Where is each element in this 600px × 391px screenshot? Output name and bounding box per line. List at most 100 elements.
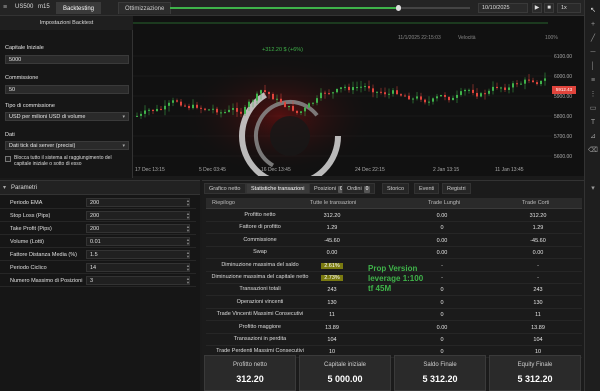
candle-body: [368, 86, 370, 89]
count-badge: 0: [363, 186, 371, 193]
tab-stats-1[interactable]: Statistiche transazioni: [246, 183, 310, 194]
slider-handle[interactable]: [396, 5, 401, 11]
y-axis: 6100.00 6000.00 5900.00 5800.00 5700.00 …: [552, 50, 582, 170]
vertical-line-icon[interactable]: │: [588, 62, 598, 72]
chevron-down-icon[interactable]: ▾: [588, 184, 598, 194]
collapse-icon[interactable]: ▾: [3, 184, 6, 191]
date-to-field[interactable]: 10/10/2025: [478, 3, 528, 13]
candle-body: [384, 92, 386, 95]
candle-body: [280, 98, 282, 103]
candle-body: [456, 94, 458, 98]
spinner-icon[interactable]: ▲ ▼: [186, 238, 190, 246]
commission-type-value: USD per milioni USD di volume: [9, 114, 86, 120]
candle-body: [492, 86, 494, 91]
stat-label: Operazioni vincenti: [236, 298, 284, 305]
tab-label: Storico: [387, 186, 405, 192]
velocity-value: 100%: [545, 35, 558, 41]
candle-body: [404, 95, 406, 97]
stat-label: Fattore di profitto: [239, 224, 281, 231]
rectangle-icon[interactable]: ▭: [588, 104, 598, 114]
candle-body: [312, 102, 314, 104]
candle-body: [184, 105, 186, 107]
stat-long: 0.00: [436, 237, 448, 244]
x-tick-label: 2 Jan 13:15: [433, 167, 460, 173]
stats-row: Profitto maggiore 13.89 0.00 13.89: [206, 322, 582, 334]
backtest-settings-dialog: Impostazioni Backtest Capitale Iniziale …: [0, 16, 133, 178]
candle-body: [452, 97, 454, 101]
parameters-panel: ▾ Parametri Periodo EMA 200 ▲ ▼ Stop Loss (P…: [0, 180, 200, 391]
timeframe-label[interactable]: m15: [38, 4, 50, 10]
date-from-label: 11/1/2025 22:15:03: [398, 35, 441, 41]
commission-type-select[interactable]: USD per milioni USD di volume ▾: [5, 112, 129, 121]
speed-select[interactable]: 1x: [557, 3, 581, 13]
parameters-title: Parametri: [11, 185, 38, 191]
stat-short: 13.89: [531, 324, 545, 331]
spinner-icon[interactable]: ▲ ▼: [186, 251, 190, 259]
trash-icon[interactable]: ⌫: [588, 146, 598, 156]
candle-body: [316, 98, 318, 103]
ruler-icon[interactable]: ⊿: [588, 132, 598, 142]
stat-short: 0.00: [532, 250, 544, 257]
stat-label: Profitto netto: [244, 212, 276, 218]
candle-body: [380, 91, 382, 93]
stat-all: 0.00: [326, 250, 338, 257]
text-tool-icon[interactable]: T: [588, 118, 598, 128]
candle-body: [260, 90, 262, 94]
tab-ottimizzazione[interactable]: Ottimizzazione: [118, 2, 172, 14]
param-input[interactable]: 0.01: [86, 237, 190, 246]
spinner-icon[interactable]: ▲ ▼: [186, 199, 190, 207]
candle-body: [288, 105, 290, 108]
param-input[interactable]: 1.5: [86, 250, 190, 259]
play-button[interactable]: ▶: [532, 3, 542, 13]
tab-stats-6[interactable]: Registri: [442, 183, 471, 194]
stat-long: 0.00: [436, 250, 448, 257]
candle-body: [480, 93, 482, 97]
candle-body: [420, 96, 422, 100]
param-input[interactable]: 200: [86, 198, 190, 207]
date-range-slider[interactable]: [170, 5, 470, 11]
candle-body: [336, 88, 338, 93]
app-menu-icon[interactable]: ≡: [3, 3, 12, 12]
symbol-label[interactable]: US500: [15, 4, 33, 10]
crosshair-icon[interactable]: +: [588, 20, 598, 30]
param-input[interactable]: 3: [86, 276, 190, 285]
data-source-select[interactable]: Dati tick dai server (precisi) ▾: [5, 141, 129, 150]
stop-button[interactable]: ■: [544, 3, 554, 13]
commission-input[interactable]: 50: [5, 85, 129, 94]
line-tool-icon[interactable]: ╱: [588, 34, 598, 44]
stop-at-capital-checkbox[interactable]: [5, 156, 11, 162]
spinner-icon[interactable]: ▲ ▼: [186, 277, 190, 285]
param-row: Periodo Ciclico 14 ▲ ▼: [0, 262, 196, 274]
param-input[interactable]: 200: [86, 211, 190, 220]
horizontal-line-icon[interactable]: ─: [588, 48, 598, 58]
candle-body: [152, 109, 154, 112]
param-input[interactable]: 14: [86, 263, 190, 272]
summary-initial-capital: Capitale iniziale 5 000.00: [299, 355, 391, 391]
tab-stats-3[interactable]: Ordini 0: [342, 183, 376, 194]
tab-stats-4[interactable]: Storico: [382, 183, 410, 194]
tab-stats-5[interactable]: Eventi: [414, 183, 440, 194]
candle-body: [496, 86, 498, 88]
chevron-down-icon: ▾: [122, 114, 125, 120]
candle-body: [464, 89, 466, 92]
capital-label: Capitale Iniziale: [5, 45, 44, 51]
fibonacci-icon[interactable]: ⋮: [588, 90, 598, 100]
tab-label: Posizioni: [314, 186, 337, 192]
chevron-down-icon: ▾: [122, 143, 125, 149]
spinner-icon[interactable]: ▲ ▼: [186, 212, 190, 220]
param-input[interactable]: 200: [86, 224, 190, 233]
stat-long: 0: [440, 299, 444, 306]
channel-icon[interactable]: ≡: [588, 76, 598, 86]
candle-body: [176, 100, 178, 102]
spinner-icon[interactable]: ▲ ▼: [186, 264, 190, 272]
capital-input[interactable]: 5000: [5, 55, 129, 64]
tab-stats-0[interactable]: Grafico netto: [204, 183, 246, 194]
col-long-trades: Trade Lunghi: [428, 200, 461, 206]
tab-backtesting[interactable]: Backtesting: [56, 2, 102, 14]
stats-row: Commissione -45.60 0.00 -45.60: [206, 235, 582, 247]
candle-body: [276, 98, 278, 100]
cursor-icon[interactable]: ↖: [588, 6, 598, 16]
spinner-icon[interactable]: ▲ ▼: [186, 225, 190, 233]
y-tick-label: 6100.00: [554, 54, 573, 60]
candle-body: [324, 92, 326, 94]
